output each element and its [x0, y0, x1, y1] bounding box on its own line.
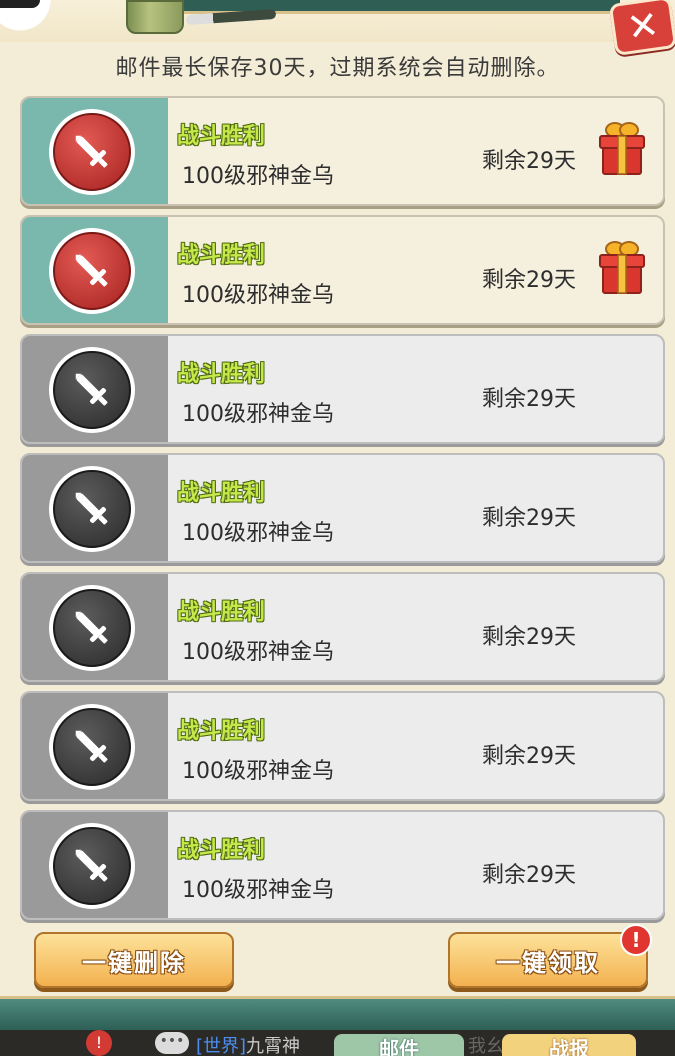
mail-title: 战斗胜利	[177, 243, 266, 268]
tab-mail[interactable]: 邮件	[334, 1034, 464, 1056]
mail-subject: 100级邪神金乌	[182, 640, 334, 665]
mail-title: 战斗胜利	[177, 124, 266, 149]
sword-icon	[53, 589, 131, 667]
mail-item[interactable]: 战斗胜利 100级邪神金乌 剩余29天	[20, 215, 665, 325]
chat-message[interactable]: [世界]九霄神	[196, 1032, 300, 1056]
mail-icon-panel	[22, 455, 168, 561]
mail-subject: 100级邪神金乌	[182, 283, 334, 308]
mail-subject: 100级邪神金乌	[182, 521, 334, 546]
gift-icon[interactable]	[598, 120, 646, 176]
tab-report[interactable]: 战报	[502, 1034, 636, 1056]
mail-remaining-days: 剩余29天	[482, 625, 576, 650]
mail-icon-frame	[49, 585, 135, 671]
chat-partial-text: 我幺	[468, 1036, 504, 1056]
corner-decoration	[0, 0, 120, 40]
mail-subject: 100级邪神金乌	[182, 402, 334, 427]
mail-icon-panel	[22, 812, 168, 918]
mail-icon-frame	[49, 228, 135, 314]
warning-icon: !	[86, 1030, 112, 1056]
mail-remaining-days: 剩余29天	[482, 506, 576, 531]
sword-icon	[53, 351, 131, 429]
mail-icon-frame	[49, 466, 135, 552]
mail-remaining-days: 剩余29天	[482, 268, 576, 293]
mail-notice: 邮件最长保存30天，过期系统会自动删除。	[115, 56, 560, 81]
bottom-frame	[0, 996, 675, 1030]
mail-icon-panel	[22, 98, 168, 204]
mail-title: 战斗胜利	[177, 362, 266, 387]
mail-subject: 100级邪神金乌	[182, 164, 334, 189]
claim-all-button[interactable]: 一键领取	[448, 932, 648, 988]
mail-icon-frame	[49, 823, 135, 909]
mail-icon-panel	[22, 217, 168, 323]
sword-icon	[53, 827, 131, 905]
mail-remaining-days: 剩余29天	[482, 863, 576, 888]
mail-icon-panel	[22, 336, 168, 442]
mail-icon-frame	[49, 347, 135, 433]
close-x-icon: ✕	[624, 1, 662, 51]
mail-title: 战斗胜利	[177, 481, 266, 506]
sword-icon	[53, 113, 131, 191]
mail-list: 战斗胜利 100级邪神金乌 剩余29天 战斗胜利 100级邪神金乌 剩余29天 战斗胜利 10…	[20, 96, 665, 929]
mail-item[interactable]: 战斗胜利 100级邪神金乌 剩余29天	[20, 572, 665, 682]
mail-title: 战斗胜利	[177, 719, 266, 744]
sword-icon	[53, 232, 131, 310]
mail-icon-panel	[22, 574, 168, 680]
mail-item[interactable]: 战斗胜利 100级邪神金乌 剩余29天	[20, 334, 665, 444]
delete-all-button[interactable]: 一键删除	[34, 932, 234, 988]
sword-icon	[53, 708, 131, 786]
sword-icon	[53, 470, 131, 548]
mail-subject: 100级邪神金乌	[182, 878, 334, 903]
chat-bubble-icon[interactable]: •••	[155, 1032, 189, 1054]
claim-alert-badge: !	[620, 924, 652, 956]
gift-icon[interactable]	[598, 239, 646, 295]
chat-channel: [世界]	[196, 1036, 247, 1056]
mail-item[interactable]: 战斗胜利 100级邪神金乌 剩余29天	[20, 810, 665, 920]
mail-remaining-days: 剩余29天	[482, 149, 576, 174]
bamboo-cup-icon	[126, 0, 184, 34]
mail-remaining-days: 剩余29天	[482, 387, 576, 412]
chat-sender: 九霄神	[246, 1036, 301, 1056]
mail-item[interactable]: 战斗胜利 100级邪神金乌 剩余29天	[20, 453, 665, 563]
mail-item[interactable]: 战斗胜利 100级邪神金乌 剩余29天	[20, 691, 665, 801]
mail-title: 战斗胜利	[177, 838, 266, 863]
mail-icon-frame	[49, 109, 135, 195]
mail-icon-frame	[49, 704, 135, 790]
mail-remaining-days: 剩余29天	[482, 744, 576, 769]
mail-title: 战斗胜利	[177, 600, 266, 625]
mail-icon-panel	[22, 693, 168, 799]
mail-subject: 100级邪神金乌	[182, 759, 334, 784]
mail-item[interactable]: 战斗胜利 100级邪神金乌 剩余29天	[20, 96, 665, 206]
close-button[interactable]: ✕	[608, 0, 675, 57]
